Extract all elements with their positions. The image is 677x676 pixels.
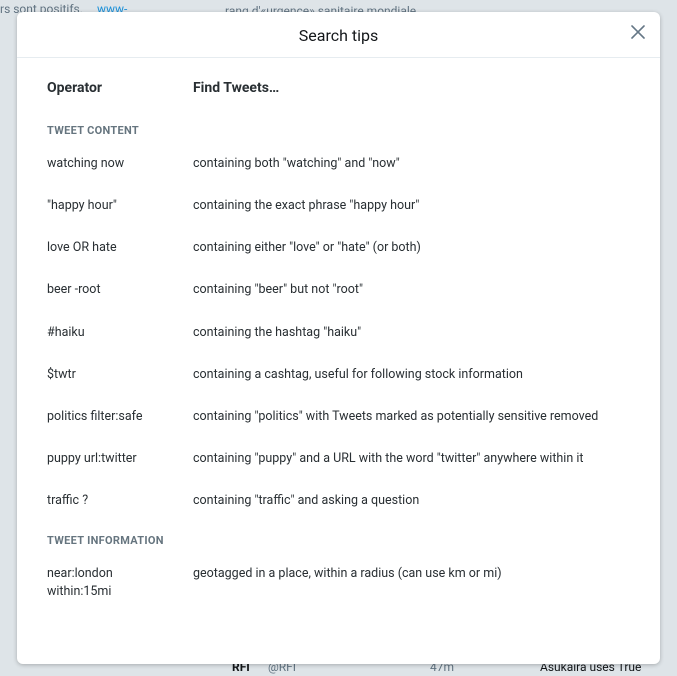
operator-cell: $twtr bbox=[47, 366, 175, 384]
operator-cell: traffic ? bbox=[47, 492, 175, 510]
table-row: love OR hate containing either "love" or… bbox=[47, 239, 630, 257]
search-tips-modal: Search tips Operator Find Tweets… TWEET … bbox=[17, 12, 660, 664]
description-cell: containing the exact phrase "happy hour" bbox=[193, 197, 630, 215]
table-row: near:london within:15mi geotagged in a p… bbox=[47, 565, 630, 601]
close-button[interactable] bbox=[624, 18, 652, 46]
modal-title: Search tips bbox=[33, 26, 644, 45]
table-row: watching now containing both "watching" … bbox=[47, 155, 630, 173]
description-cell: containing a cashtag, useful for followi… bbox=[193, 366, 630, 384]
description-cell: containing the hashtag "haiku" bbox=[193, 324, 630, 342]
close-icon bbox=[631, 25, 645, 39]
operator-cell: politics filter:safe bbox=[47, 408, 175, 426]
table-row: politics filter:safe containing "politic… bbox=[47, 408, 630, 426]
description-cell: containing "politics" with Tweets marked… bbox=[193, 408, 630, 426]
table-row: puppy url:twitter containing "puppy" and… bbox=[47, 450, 630, 468]
operator-cell: love OR hate bbox=[47, 239, 175, 257]
section-label-tweet-content: TWEET CONTENT bbox=[47, 124, 630, 137]
description-cell: containing "beer" but not "root" bbox=[193, 281, 630, 299]
column-header-find: Find Tweets… bbox=[193, 80, 630, 96]
operator-cell: #haiku bbox=[47, 324, 175, 342]
modal-body[interactable]: Operator Find Tweets… TWEET CONTENT watc… bbox=[17, 58, 660, 664]
table-row: "happy hour" containing the exact phrase… bbox=[47, 197, 630, 215]
table-row: #haiku containing the hashtag "haiku" bbox=[47, 324, 630, 342]
operator-cell: "happy hour" bbox=[47, 197, 175, 215]
operator-cell: puppy url:twitter bbox=[47, 450, 175, 468]
table-row: $twtr containing a cashtag, useful for f… bbox=[47, 366, 630, 384]
search-operators-table: Operator Find Tweets… TWEET CONTENT watc… bbox=[47, 80, 630, 601]
table-row: beer -root containing "beer" but not "ro… bbox=[47, 281, 630, 299]
description-cell: containing either "love" or "hate" (or b… bbox=[193, 239, 630, 257]
modal-header: Search tips bbox=[17, 12, 660, 58]
operator-cell: watching now bbox=[47, 155, 175, 173]
description-cell: containing both "watching" and "now" bbox=[193, 155, 630, 173]
operator-cell: near:london within:15mi bbox=[47, 565, 175, 601]
description-cell: containing "traffic" and asking a questi… bbox=[193, 492, 630, 510]
operator-cell: beer -root bbox=[47, 281, 175, 299]
column-header-operator: Operator bbox=[47, 80, 175, 96]
table-row: traffic ? containing "traffic" and askin… bbox=[47, 492, 630, 510]
description-cell: geotagged in a place, within a radius (c… bbox=[193, 565, 630, 601]
description-cell: containing "puppy" and a URL with the wo… bbox=[193, 450, 630, 468]
section-label-tweet-information: TWEET INFORMATION bbox=[47, 534, 630, 547]
table-header-row: Operator Find Tweets… bbox=[47, 80, 630, 96]
